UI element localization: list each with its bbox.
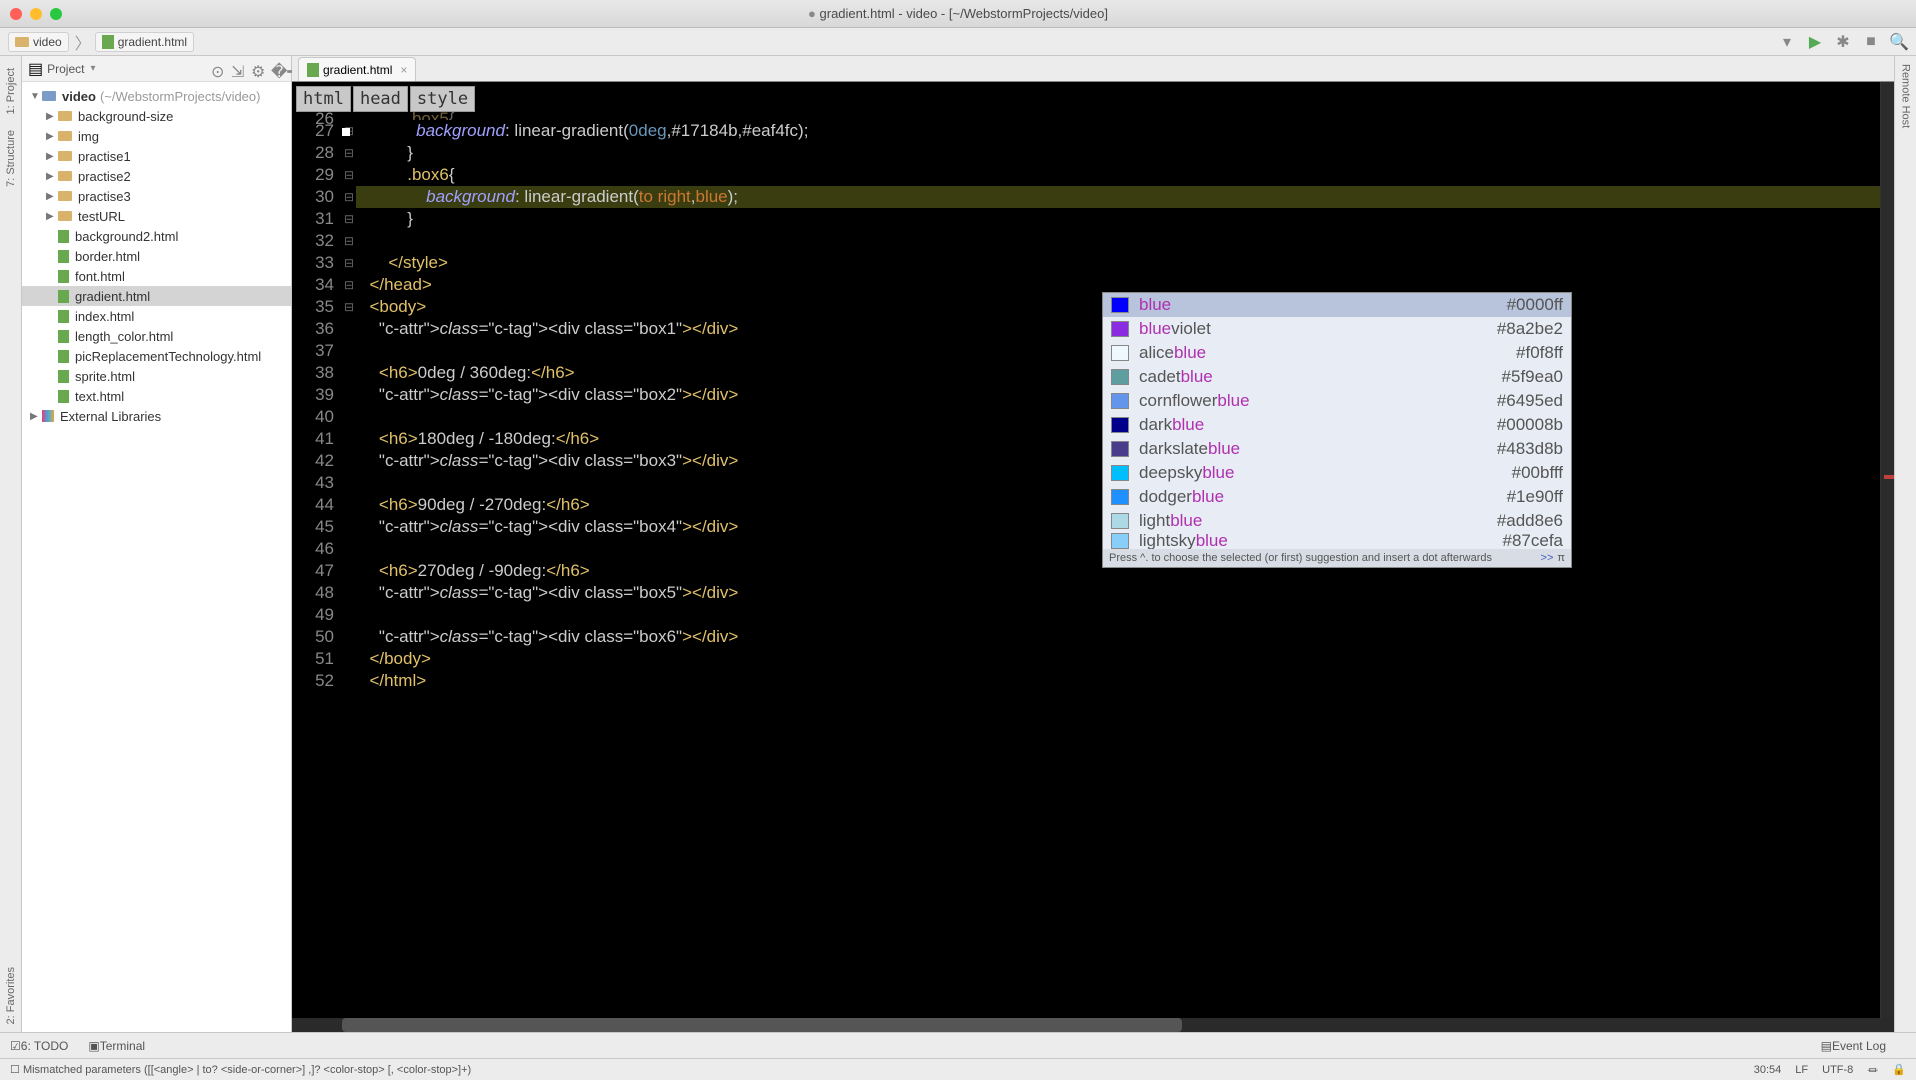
tab-label: gradient.html: [323, 63, 392, 77]
autocomplete-item[interactable]: deepskyblue#00bfff: [1103, 461, 1571, 485]
editor-tabs: gradient.html ×: [292, 56, 1894, 82]
status-bar: ☐ Mismatched parameters ([[<angle> | to?…: [0, 1058, 1916, 1080]
lock-icon[interactable]: 🔒: [1892, 1063, 1906, 1076]
autocomplete-footer: Press ^. to choose the selected (or firs…: [1103, 549, 1571, 567]
autocomplete-more-link[interactable]: >>: [1541, 552, 1554, 564]
right-tool-strip: Remote Host: [1894, 56, 1916, 1032]
tree-file[interactable]: text.html: [22, 386, 291, 406]
chevron-right-icon: 〉: [75, 30, 91, 54]
close-tab-icon[interactable]: ×: [400, 63, 407, 77]
status-message: Mismatched parameters ([[<angle> | to? <…: [23, 1064, 1740, 1076]
run-button[interactable]: ▶: [1806, 33, 1824, 51]
editor-breadcrumbs[interactable]: htmlheadstyle: [296, 86, 475, 112]
folder-icon: ▤: [28, 59, 43, 79]
autocomplete-item[interactable]: blueviolet#8a2be2: [1103, 317, 1571, 341]
folder-icon: [15, 37, 29, 47]
tree-folder[interactable]: ▶practise3: [22, 186, 291, 206]
html-file-icon: [102, 35, 114, 49]
tree-folder[interactable]: ▶img: [22, 126, 291, 146]
tree-folder[interactable]: ▶background-size: [22, 106, 291, 126]
gear-icon[interactable]: ⚙: [251, 62, 265, 76]
tree-file[interactable]: length_color.html: [22, 326, 291, 346]
tree-file[interactable]: border.html: [22, 246, 291, 266]
project-tree[interactable]: ▼ video(~/WebstormProjects/video) ▶backg…: [22, 82, 291, 1032]
tree-file[interactable]: background2.html: [22, 226, 291, 246]
left-tool-strip: 1: Project 7: Structure 2: Favorites: [0, 56, 22, 1032]
status-icon[interactable]: ☐: [10, 1063, 20, 1076]
html-file-icon: [307, 63, 319, 77]
scroll-from-source-icon[interactable]: ⊙: [211, 62, 225, 76]
titlebar: ● gradient.html - video - [~/WebstormPro…: [0, 0, 1916, 28]
autocomplete-item[interactable]: aliceblue#f0f8ff: [1103, 341, 1571, 365]
tree-folder[interactable]: ▶practise1: [22, 146, 291, 166]
autocomplete-item[interactable]: blue#0000ff: [1103, 293, 1571, 317]
horizontal-scrollbar[interactable]: [292, 1018, 1894, 1032]
autocomplete-item[interactable]: darkblue#00008b: [1103, 413, 1571, 437]
run-config-dropdown[interactable]: ▾: [1778, 33, 1796, 51]
autocomplete-item[interactable]: cadetblue#5f9ea0: [1103, 365, 1571, 389]
hide-panel-icon[interactable]: �━: [271, 62, 285, 76]
fold-gutter[interactable]: ⊟⊟⊟⊟ ⊟⊟⊟ ⊟⊟: [342, 82, 356, 1018]
external-libraries[interactable]: ▶External Libraries: [22, 406, 291, 426]
search-everywhere-button[interactable]: 🔍: [1890, 33, 1908, 51]
tree-folder[interactable]: ▶testURL: [22, 206, 291, 226]
editor-tab[interactable]: gradient.html ×: [298, 57, 416, 81]
chevron-down-icon[interactable]: ▾: [90, 63, 95, 74]
window-title: ● gradient.html - video - [~/WebstormPro…: [0, 6, 1916, 21]
tree-folder[interactable]: ▶practise2: [22, 166, 291, 186]
breadcrumb[interactable]: video: [8, 32, 69, 52]
tree-file[interactable]: sprite.html: [22, 366, 291, 386]
autocomplete-item[interactable]: cornflowerblue#6495ed: [1103, 389, 1571, 413]
autocomplete-item[interactable]: darkslateblue#483d8b: [1103, 437, 1571, 461]
autocomplete-item[interactable]: lightblue#add8e6: [1103, 509, 1571, 533]
remote-host-tool-button[interactable]: Remote Host: [1900, 64, 1912, 128]
project-panel-header: ▤ Project ▾ ⊙ ⇲ ⚙ �━: [22, 56, 291, 82]
editor-body[interactable]: 2627282930313233343536373839404142434445…: [292, 82, 1894, 1018]
favorites-tool-button[interactable]: 2: Favorites: [5, 967, 17, 1024]
autocomplete-popup[interactable]: blue#0000ffblueviolet#8a2be2aliceblue#f0…: [1102, 292, 1572, 568]
autocomplete-item[interactable]: lightskyblue#87cefa: [1103, 533, 1571, 549]
todo-tool-button[interactable]: ☑ 6: TODO: [10, 1039, 68, 1053]
collapse-all-icon[interactable]: ⇲: [231, 62, 245, 76]
navigation-bar: video 〉 gradient.html ▾ ▶ ✱ ■ 🔍: [0, 28, 1916, 56]
event-log-button[interactable]: ▤ Event Log: [1821, 1039, 1886, 1053]
stop-button[interactable]: ■: [1862, 33, 1880, 51]
tree-file[interactable]: picReplacementTechnology.html: [22, 346, 291, 366]
main-area: 1: Project 7: Structure 2: Favorites ▤ P…: [0, 56, 1916, 1032]
editor-area: gradient.html × htmlheadstyle 2627282930…: [292, 56, 1894, 1032]
terminal-tool-button[interactable]: ▣ Terminal: [88, 1039, 145, 1053]
caret-position[interactable]: 30:54: [1754, 1064, 1782, 1076]
file-encoding[interactable]: UTF-8: [1822, 1064, 1853, 1076]
tree-project-root[interactable]: ▼ video(~/WebstormProjects/video): [22, 86, 291, 106]
bottom-tool-bar: ☑ 6: TODO ▣ Terminal ▤ Event Log: [0, 1032, 1916, 1058]
line-number-gutter[interactable]: 2627282930313233343536373839404142434445…: [292, 82, 342, 1018]
tree-file[interactable]: index.html: [22, 306, 291, 326]
autocomplete-item[interactable]: dodgerblue#1e90ff: [1103, 485, 1571, 509]
tree-file[interactable]: gradient.html: [22, 286, 291, 306]
project-panel: ▤ Project ▾ ⊙ ⇲ ⚙ �━ ▼ video(~/WebstormP…: [22, 56, 292, 1032]
structure-tool-button[interactable]: 7: Structure: [5, 130, 17, 187]
tree-file[interactable]: font.html: [22, 266, 291, 286]
breadcrumb[interactable]: gradient.html: [95, 32, 194, 52]
debug-button[interactable]: ✱: [1834, 33, 1852, 51]
panel-title: Project: [47, 62, 84, 76]
project-tool-button[interactable]: 1: Project: [5, 68, 17, 114]
error-stripe[interactable]: [1880, 82, 1894, 1018]
context-indicator[interactable]: ⏛: [1867, 1062, 1878, 1078]
line-separator[interactable]: LF: [1795, 1064, 1808, 1076]
